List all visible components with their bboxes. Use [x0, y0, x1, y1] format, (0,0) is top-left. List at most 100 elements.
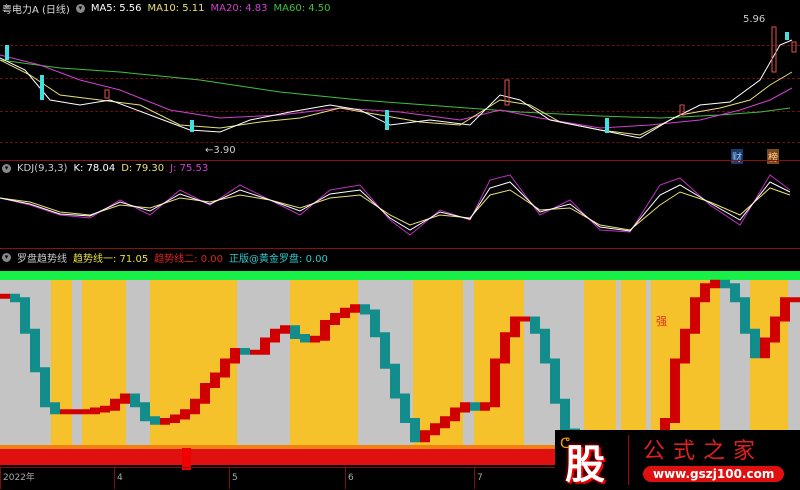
- trend-step: [710, 279, 720, 289]
- indicator-title: 罗盘趋势线: [17, 253, 67, 265]
- trend-step: [510, 316, 520, 338]
- x-tick: 2022年: [0, 468, 35, 489]
- ma60-line: [0, 59, 791, 119]
- trend-step: [340, 307, 350, 318]
- trend-step: [670, 358, 680, 423]
- trend-step: [490, 358, 500, 408]
- strong-label: 强: [656, 315, 667, 328]
- low-price-label: ←3.90: [205, 145, 236, 156]
- ma5-line: [0, 39, 793, 139]
- trend-step: [540, 328, 550, 364]
- trend-step: [180, 409, 190, 420]
- trend-step: [360, 304, 370, 315]
- indicator-legend: ▾ 罗盘趋势线 趋势线一: 71.05 趋势线二: 0.00 正版@黄金罗盘: …: [2, 250, 328, 265]
- kdj-chart[interactable]: [0, 160, 800, 248]
- trend-step: [770, 316, 780, 343]
- trend-step: [370, 309, 380, 338]
- logo-char: 股: [565, 442, 605, 488]
- x-axis: 2022年 4 5 6 7: [0, 467, 555, 489]
- bottom-orange-band: [0, 445, 555, 449]
- trend-step: [160, 418, 170, 425]
- trend-step: [500, 332, 510, 364]
- trend-step: [270, 328, 280, 343]
- site-name: 公式之家: [643, 439, 764, 464]
- trend-step: [10, 293, 20, 303]
- trend-step: [240, 348, 250, 355]
- trend-step: [260, 337, 270, 355]
- trend-step: [450, 407, 460, 422]
- trend-step: [760, 337, 770, 359]
- x-tick: 5: [229, 468, 238, 489]
- trend-step: [700, 283, 710, 303]
- trend-step: [350, 304, 360, 313]
- x-tick: 7: [474, 468, 483, 489]
- trend-step: [210, 372, 220, 388]
- trend-line-3: 正版@黄金罗盘: 0.00: [229, 253, 328, 265]
- trend-step: [250, 349, 260, 355]
- trend-step: [30, 328, 40, 373]
- trend-step: [730, 283, 740, 303]
- trend-step: [480, 402, 490, 411]
- dropdown-icon[interactable]: ▾: [2, 252, 11, 262]
- trend-step: [50, 402, 60, 415]
- trend-step: [150, 416, 160, 425]
- trend-step: [550, 358, 560, 404]
- price-chart[interactable]: [0, 0, 800, 158]
- trend-step: [320, 320, 330, 341]
- trend-step: [750, 328, 760, 359]
- trend-step: [560, 398, 570, 434]
- yellow-band: [51, 280, 72, 455]
- trend-step: [680, 328, 690, 364]
- trend-step: [430, 423, 440, 436]
- trend-step: [400, 393, 410, 423]
- trend-step: [380, 332, 390, 369]
- high-price-label: 5.96: [743, 14, 766, 25]
- trend-step: [90, 407, 100, 415]
- trend-step: [0, 293, 10, 299]
- trend-line-2: 趋势线二: 0.00: [154, 253, 224, 265]
- watermark-logo: 股 ᕦ 公式之家 www.gszj100.com: [555, 430, 800, 488]
- x-tick: 4: [114, 468, 123, 489]
- trend-step: [70, 409, 80, 415]
- trend-step: [330, 313, 340, 325]
- trend-step: [80, 409, 90, 415]
- x-tick: 6: [345, 468, 354, 489]
- trend-step: [190, 398, 200, 415]
- trend-step: [60, 409, 70, 415]
- trend-step: [440, 416, 450, 429]
- logo-horns-icon: ᕦ: [560, 436, 571, 452]
- bottom-red-band: [0, 449, 555, 465]
- trend-step: [290, 325, 300, 339]
- trend-step: [390, 363, 400, 399]
- trend-step: [280, 325, 290, 334]
- trend-step: [530, 316, 540, 334]
- top-band: [0, 271, 800, 280]
- trend-step: [300, 334, 310, 343]
- trend-step: [410, 418, 420, 443]
- trend-step: [170, 414, 180, 423]
- trend-step: [690, 297, 700, 334]
- trend-step: [110, 398, 120, 411]
- trend-step: [520, 316, 530, 322]
- trend-step: [460, 402, 470, 413]
- yellow-band: [584, 280, 616, 455]
- trend-step: [230, 348, 240, 364]
- trend-line-1: 趋势线一: 71.05: [73, 253, 149, 265]
- trend-step: [220, 358, 230, 378]
- trend-step: [310, 335, 320, 343]
- trend-step: [420, 430, 430, 443]
- trend-step: [470, 402, 480, 411]
- trend-step: [20, 297, 30, 334]
- yellow-band: [290, 280, 358, 455]
- trend-step: [120, 393, 130, 404]
- yellow-band: [621, 280, 646, 455]
- trend-step: [140, 402, 150, 422]
- trend-step: [790, 297, 800, 303]
- logo-divider: [628, 435, 629, 485]
- trend-step: [130, 393, 140, 408]
- trend-step: [100, 405, 110, 413]
- trend-step: [740, 297, 750, 334]
- trend-step: [780, 297, 790, 322]
- site-url[interactable]: www.gszj100.com: [643, 466, 785, 482]
- trend-step: [200, 383, 210, 404]
